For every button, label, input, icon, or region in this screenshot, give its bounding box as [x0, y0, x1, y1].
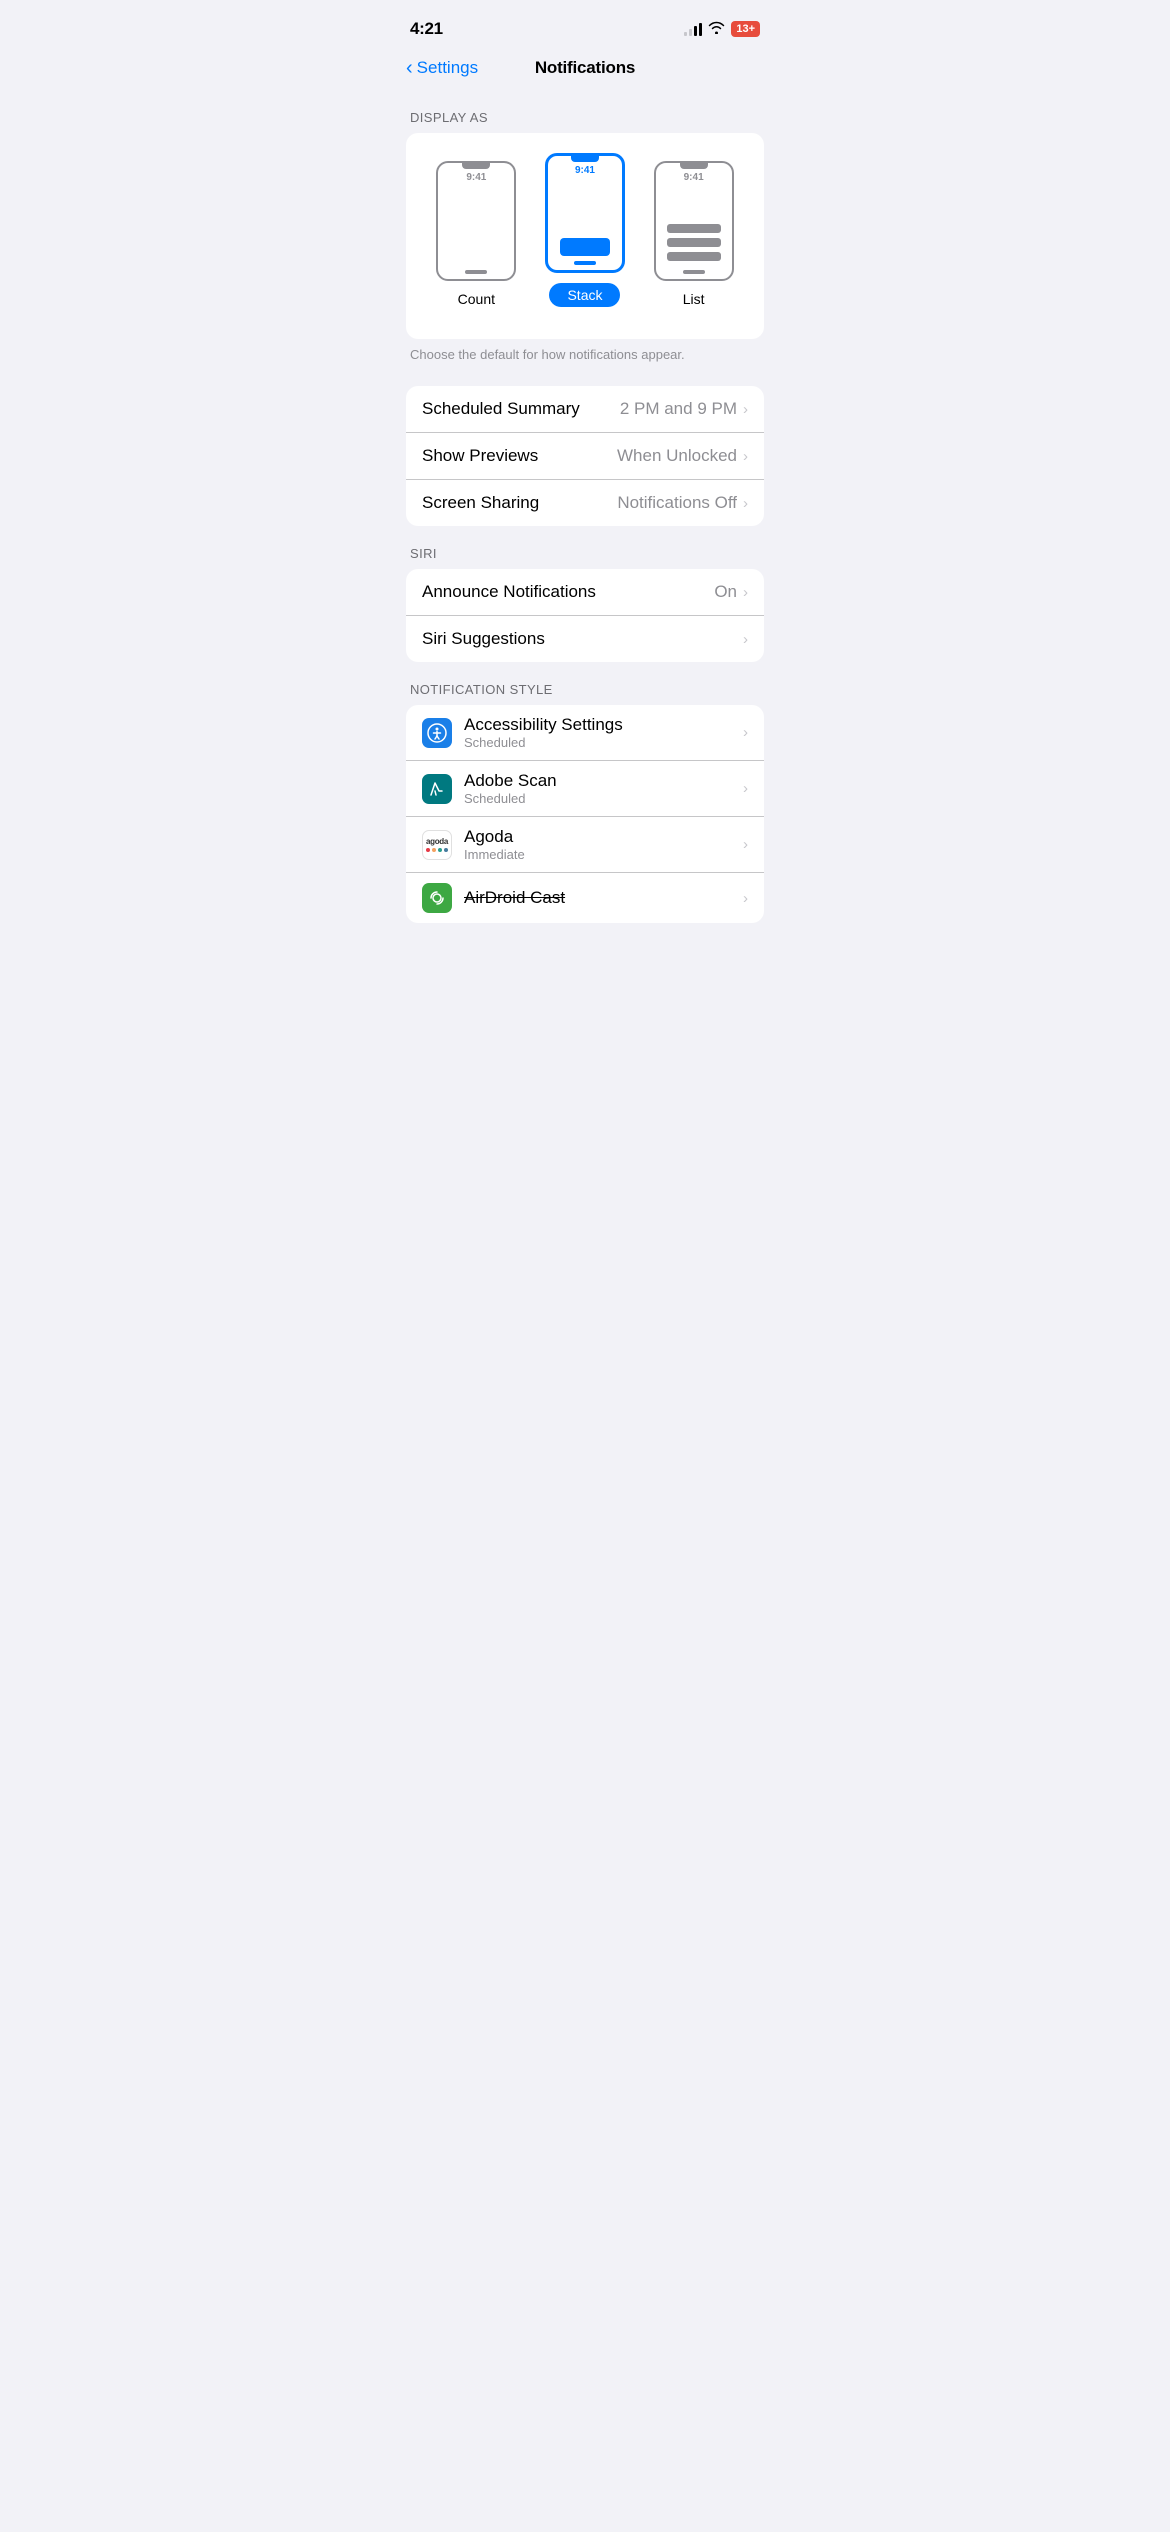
chevron-icon: › — [743, 836, 748, 853]
agoda-icon: agoda — [422, 830, 452, 860]
chevron-icon: › — [743, 401, 748, 418]
notification-style-card: Accessibility Settings Scheduled › Adobe… — [406, 705, 764, 923]
app-row-accessibility[interactable]: Accessibility Settings Scheduled › — [406, 705, 764, 761]
accessibility-subtitle: Scheduled — [464, 735, 743, 750]
announce-notifications-title: Announce Notifications — [422, 582, 596, 602]
show-previews-row[interactable]: Show Previews When Unlocked › — [406, 433, 764, 480]
chevron-icon: › — [743, 631, 748, 648]
list-phone-mockup: 9:41 — [654, 161, 734, 281]
show-previews-title: Show Previews — [422, 446, 538, 466]
wifi-icon — [708, 21, 725, 37]
status-bar: 4:21 13+ — [390, 0, 780, 50]
back-label: Settings — [417, 58, 478, 78]
list-label: List — [683, 291, 705, 307]
app-row-agoda[interactable]: agoda Agoda Immediate › — [406, 817, 764, 873]
siri-card: Announce Notifications On › Siri Suggest… — [406, 569, 764, 662]
display-option-list[interactable]: 9:41 List — [654, 161, 734, 307]
scheduled-summary-title: Scheduled Summary — [422, 399, 580, 419]
battery-icon: 13+ — [731, 21, 760, 37]
adobe-name: Adobe Scan — [464, 771, 743, 791]
airdroid-icon — [422, 883, 452, 913]
agoda-info: Agoda Immediate — [464, 827, 743, 862]
count-label: Count — [458, 291, 495, 307]
app-row-airdroid[interactable]: AirDroid Cast › — [406, 873, 764, 923]
accessibility-name: Accessibility Settings — [464, 715, 743, 735]
adobe-subtitle: Scheduled — [464, 791, 743, 806]
back-arrow-icon: ‹ — [406, 58, 413, 78]
count-phone-mockup: 9:41 — [436, 161, 516, 281]
announce-notifications-value: On — [714, 582, 737, 602]
agoda-logo-text: agoda — [426, 837, 448, 846]
phone-notch-stack — [571, 156, 599, 162]
page-title: Notifications — [535, 58, 635, 78]
phone-time-count: 9:41 — [466, 172, 486, 183]
signal-icon — [684, 23, 702, 36]
agoda-dots — [426, 848, 448, 852]
agoda-subtitle: Immediate — [464, 847, 743, 862]
agoda-name: Agoda — [464, 827, 743, 847]
back-button[interactable]: ‹ Settings — [406, 58, 478, 78]
siri-suggestions-row[interactable]: Siri Suggestions › — [406, 616, 764, 662]
show-previews-right: When Unlocked › — [617, 446, 748, 466]
display-option-stack[interactable]: 9:41 Stack — [545, 153, 625, 307]
show-previews-value: When Unlocked — [617, 446, 737, 466]
display-hint: Choose the default for how notifications… — [390, 339, 780, 362]
scheduled-summary-row[interactable]: Scheduled Summary 2 PM and 9 PM › — [406, 386, 764, 433]
phone-notch — [462, 163, 490, 169]
scheduled-summary-right: 2 PM and 9 PM › — [620, 399, 748, 419]
accessibility-info: Accessibility Settings Scheduled — [464, 715, 743, 750]
chevron-icon: › — [743, 890, 748, 907]
chevron-icon: › — [743, 584, 748, 601]
siri-suggestions-title: Siri Suggestions — [422, 629, 545, 649]
list-bars — [667, 224, 721, 261]
display-as-card: 9:41 Count 9:41 Stack 9:41 — [406, 133, 764, 339]
nav-bar: ‹ Settings Notifications — [390, 50, 780, 90]
accessibility-icon — [422, 718, 452, 748]
stack-phone-mockup: 9:41 — [545, 153, 625, 273]
phone-home-stack — [574, 261, 596, 265]
phone-notch-list — [680, 163, 708, 169]
notification-style-label: NOTIFICATION STYLE — [390, 662, 780, 705]
airdroid-info: AirDroid Cast — [464, 888, 743, 908]
phone-time-stack: 9:41 — [575, 165, 595, 176]
siri-suggestions-right: › — [743, 631, 748, 648]
adobe-info: Adobe Scan Scheduled — [464, 771, 743, 806]
airdroid-name: AirDroid Cast — [464, 888, 743, 908]
chevron-icon: › — [743, 724, 748, 741]
status-time: 4:21 — [410, 19, 443, 39]
general-settings-card: Scheduled Summary 2 PM and 9 PM › Show P… — [406, 386, 764, 526]
display-option-count[interactable]: 9:41 Count — [436, 161, 516, 307]
chevron-icon: › — [743, 780, 748, 797]
app-row-adobe[interactable]: Adobe Scan Scheduled › — [406, 761, 764, 817]
screen-sharing-title: Screen Sharing — [422, 493, 539, 513]
screen-sharing-value: Notifications Off — [617, 493, 737, 513]
scheduled-summary-value: 2 PM and 9 PM — [620, 399, 737, 419]
adobe-icon — [422, 774, 452, 804]
display-as-label: DISPLAY AS — [390, 90, 780, 133]
chevron-icon: › — [743, 495, 748, 512]
phone-home-list — [683, 270, 705, 274]
display-options: 9:41 Count 9:41 Stack 9:41 — [422, 153, 748, 307]
stack-label: Stack — [549, 283, 620, 307]
screen-sharing-row[interactable]: Screen Sharing Notifications Off › — [406, 480, 764, 526]
stack-bar — [560, 238, 610, 256]
announce-notifications-row[interactable]: Announce Notifications On › — [406, 569, 764, 616]
screen-sharing-right: Notifications Off › — [617, 493, 748, 513]
status-icons: 13+ — [684, 21, 760, 37]
phone-home — [465, 270, 487, 274]
phone-time-list: 9:41 — [684, 172, 704, 183]
chevron-icon: › — [743, 448, 748, 465]
siri-label: SIRI — [390, 526, 780, 569]
announce-notifications-right: On › — [714, 582, 748, 602]
